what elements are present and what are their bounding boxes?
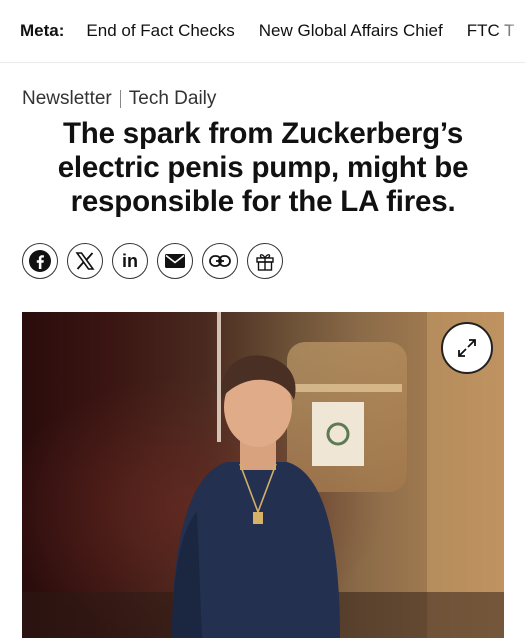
- expand-photo-button[interactable]: [441, 322, 493, 374]
- link-icon: [209, 255, 231, 267]
- hero-photo-illustration: [22, 312, 504, 638]
- facebook-icon: [29, 250, 51, 272]
- expand-icon: [458, 339, 476, 357]
- article-kicker: Newsletter Tech Daily: [22, 88, 216, 110]
- copy-link-button[interactable]: [202, 243, 238, 279]
- linkedin-icon: in: [122, 250, 138, 271]
- topic-nav-bar: Meta: End of Fact Checks New Global Affa…: [0, 0, 526, 63]
- facebook-share-button[interactable]: [22, 243, 58, 279]
- topic-link-fact-checks[interactable]: End of Fact Checks: [74, 21, 246, 41]
- email-icon: [165, 254, 185, 268]
- email-share-button[interactable]: [157, 243, 193, 279]
- nav-fade: [496, 0, 526, 62]
- share-bar: in: [22, 243, 283, 279]
- x-share-button[interactable]: [67, 243, 103, 279]
- kicker-divider: [119, 90, 121, 108]
- linkedin-share-button[interactable]: in: [112, 243, 148, 279]
- gift-icon: [256, 254, 274, 271]
- x-icon: [75, 252, 95, 270]
- article-hero-photo: [22, 312, 504, 638]
- topic-link-global-affairs[interactable]: New Global Affairs Chief: [247, 21, 455, 41]
- article-headline: The spark from Zuckerberg’s electric pen…: [57, 117, 469, 218]
- section-link[interactable]: Newsletter: [22, 88, 112, 110]
- topic-nav-lead: Meta:: [20, 21, 65, 40]
- subsection-link[interactable]: Tech Daily: [129, 88, 217, 110]
- gift-article-button[interactable]: [247, 243, 283, 279]
